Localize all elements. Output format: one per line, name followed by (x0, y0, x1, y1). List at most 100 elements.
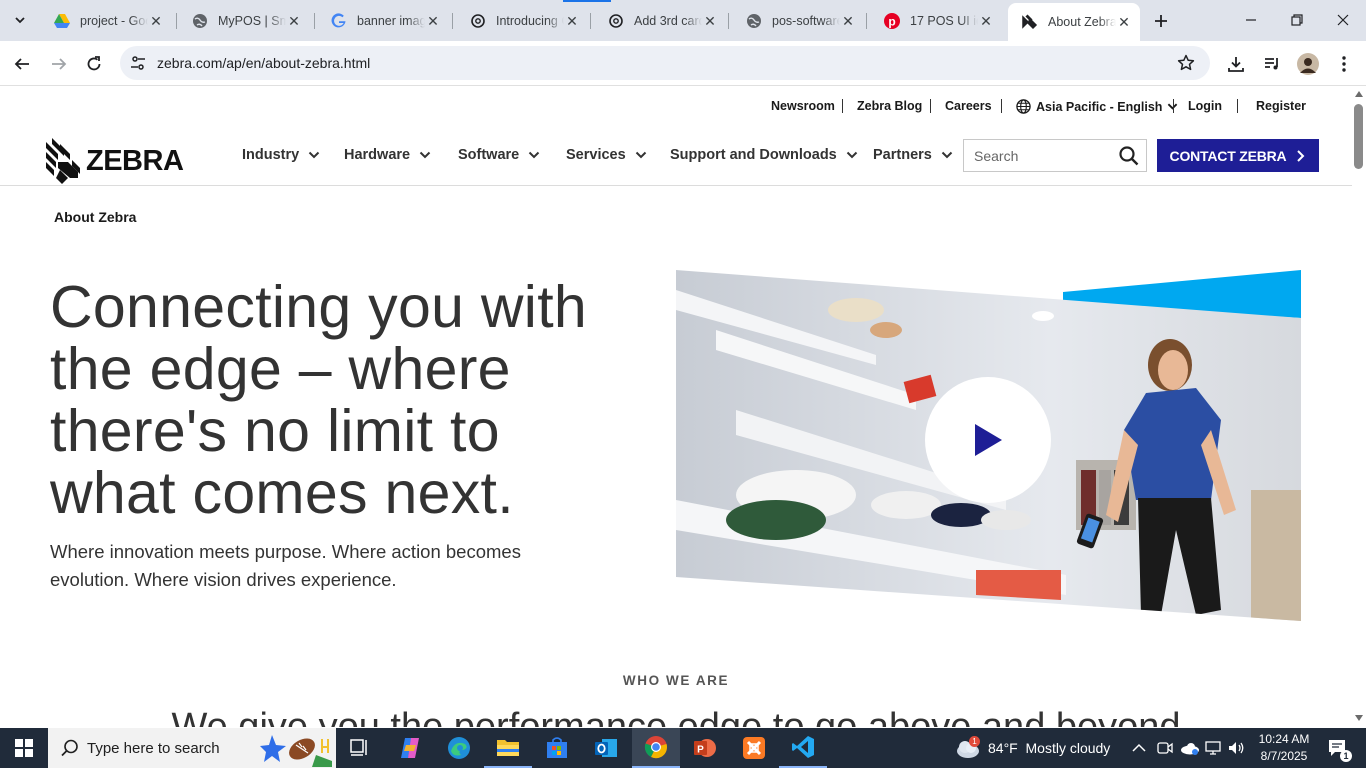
browser-toolbar: zebra.com/ap/en/about-zebra.html (0, 41, 1366, 86)
tab-divider (176, 13, 177, 29)
clock[interactable]: 10:24 AM 8/7/2025 (1254, 728, 1314, 768)
taskbar-app-outlook[interactable] (582, 728, 630, 768)
play-icon (975, 424, 1002, 456)
taskbar-app-file-explorer[interactable] (484, 728, 532, 768)
close-window-button[interactable] (1320, 0, 1366, 40)
show-hidden-icons[interactable] (1132, 728, 1146, 768)
page-scrollbar[interactable] (1352, 86, 1366, 727)
restore-icon (1291, 14, 1303, 26)
hero-video[interactable] (676, 270, 1301, 623)
breadcrumb: About Zebra (54, 209, 137, 225)
task-view-icon (350, 739, 367, 756)
chevron-down-icon (529, 151, 540, 159)
profile-avatar[interactable] (1293, 49, 1323, 79)
restore-button[interactable] (1274, 0, 1320, 40)
media-control-button[interactable] (1257, 49, 1287, 79)
google-g-icon (331, 13, 347, 29)
menu-services[interactable]: Services (566, 147, 647, 163)
minimize-button[interactable] (1228, 0, 1274, 40)
menu-industry[interactable]: Industry (242, 147, 320, 163)
menu-label: Support and Downloads (670, 147, 837, 163)
reload-button[interactable] (79, 49, 109, 79)
close-tab-icon[interactable]: ✕ (978, 13, 994, 29)
back-button[interactable] (7, 49, 37, 79)
taskbar-app-copilot[interactable] (386, 728, 434, 768)
notification-center-button[interactable]: 1 (1322, 728, 1352, 768)
login-link[interactable]: Login (1188, 99, 1222, 113)
search-input[interactable] (964, 140, 1114, 171)
network-icon[interactable] (1204, 728, 1222, 768)
task-view-button[interactable] (336, 728, 384, 768)
browser-tab[interactable]: Introducing ChatGPT ✕ (456, 6, 588, 36)
scroll-down-arrow-icon[interactable] (1355, 715, 1363, 721)
search-icon[interactable] (1119, 146, 1139, 171)
contact-zebra-button[interactable]: CONTACT ZEBRA (1157, 139, 1319, 172)
tab-title: Add 3rd card (634, 14, 702, 28)
utility-divider (842, 99, 843, 113)
zebra-blog-link[interactable]: Zebra Blog (857, 99, 922, 113)
meet-now-icon[interactable] (1157, 728, 1173, 768)
site-info-icon[interactable] (130, 55, 146, 76)
zebra-logo[interactable]: ZEBRA (44, 138, 184, 184)
hero-title: Connecting you with the edge – where the… (50, 276, 650, 524)
menu-label: Software (458, 147, 520, 163)
menu-label: Hardware (344, 147, 411, 163)
browser-tab[interactable]: MyPOS | Smart POS ✕ (178, 6, 310, 36)
close-tab-icon[interactable]: ✕ (148, 13, 164, 29)
windows-taskbar: Type here to search P 1 84°F Mostly clou… (0, 728, 1366, 768)
browser-tab[interactable]: project - Google ✕ (40, 6, 172, 36)
browser-tab[interactable]: Add 3rd card ✕ (594, 6, 726, 36)
pinterest-icon: p (884, 13, 900, 29)
new-tab-button[interactable] (1148, 8, 1174, 34)
scrollbar-thumb[interactable] (1354, 104, 1363, 169)
taskbar-app-xampp[interactable] (730, 728, 778, 768)
taskbar-app-edge[interactable] (435, 728, 483, 768)
start-button[interactable] (0, 728, 48, 768)
chevron-down-icon (15, 17, 25, 24)
close-icon (1337, 14, 1349, 26)
close-tab-icon[interactable]: ✕ (702, 13, 718, 29)
region-selector[interactable]: Asia Pacific - English (1016, 99, 1178, 114)
forward-button[interactable] (44, 49, 74, 79)
browser-tab[interactable]: banner images ✕ (317, 6, 449, 36)
bookmark-star-icon[interactable] (1177, 54, 1195, 77)
taskbar-search[interactable]: Type here to search (48, 728, 336, 768)
chevron-down-icon (941, 151, 953, 159)
browser-tab-active[interactable]: About Zebra ✕ (1008, 3, 1140, 41)
chevron-down-icon (846, 151, 857, 159)
search-highlight-icon[interactable] (258, 731, 332, 767)
taskbar-app-vscode[interactable] (779, 728, 827, 768)
avatar-icon (1297, 53, 1319, 75)
address-bar[interactable]: zebra.com/ap/en/about-zebra.html (120, 46, 1210, 80)
browser-tab-strip: project - Google ✕ MyPOS | Smart POS ✕ b… (0, 0, 1366, 41)
onedrive-icon[interactable] (1180, 728, 1200, 768)
close-tab-icon[interactable]: ✕ (425, 13, 441, 29)
taskbar-app-store[interactable] (533, 728, 581, 768)
scroll-up-arrow-icon[interactable] (1355, 91, 1363, 97)
menu-support-downloads[interactable]: Support and Downloads (670, 147, 858, 163)
play-button[interactable] (925, 377, 1051, 503)
weather-widget[interactable]: 1 84°F Mostly cloudy (955, 728, 1110, 768)
taskbar-app-chrome[interactable] (632, 728, 680, 768)
browser-menu-button[interactable] (1329, 49, 1359, 79)
downloads-button[interactable] (1221, 49, 1251, 79)
browser-tab[interactable]: pos-software ✕ (732, 6, 864, 36)
close-tab-icon[interactable]: ✕ (1116, 14, 1132, 30)
menu-software[interactable]: Software (458, 147, 540, 163)
who-we-are-label: WHO WE ARE (622, 673, 730, 688)
register-link[interactable]: Register (1256, 99, 1306, 113)
menu-label: Industry (242, 147, 300, 163)
taskbar-app-powerpoint[interactable]: P (681, 728, 729, 768)
utility-divider (930, 99, 931, 113)
close-tab-icon[interactable]: ✕ (840, 13, 856, 29)
volume-icon[interactable] (1228, 728, 1246, 768)
menu-partners[interactable]: Partners (873, 147, 953, 163)
careers-link[interactable]: Careers (945, 99, 992, 113)
tab-search-button[interactable] (8, 8, 32, 32)
menu-hardware[interactable]: Hardware (344, 147, 431, 163)
tab-title: 17 POS UI ideas (910, 14, 978, 28)
close-tab-icon[interactable]: ✕ (286, 13, 302, 29)
newsroom-link[interactable]: Newsroom (771, 99, 835, 113)
browser-tab[interactable]: p 17 POS UI ideas ✕ (870, 6, 1002, 36)
close-tab-icon[interactable]: ✕ (564, 13, 580, 29)
